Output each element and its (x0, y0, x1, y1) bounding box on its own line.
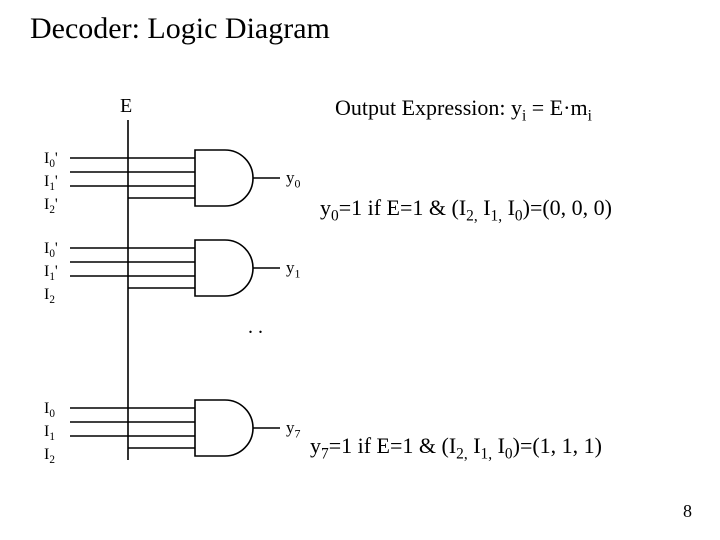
condition-y0: y0=1 if E=1 & (I2, I1, I0)=(0, 0, 0) (320, 195, 612, 225)
page-number: 8 (683, 501, 692, 522)
ellipsis: . . (248, 320, 263, 334)
gate1-inputs: I0'I1'I2 (44, 240, 58, 310)
gate0-inputs: I0'I1'I2' (44, 150, 58, 220)
gate0-output: y0 (286, 168, 300, 191)
gate7-inputs: I0I1I2 (44, 400, 55, 470)
condition-y7: y7=1 if E=1 & (I2, I1, I0)=(1, 1, 1) (310, 433, 602, 463)
gate1-output: y1 (286, 258, 300, 281)
gate7-output: y7 (286, 418, 300, 441)
